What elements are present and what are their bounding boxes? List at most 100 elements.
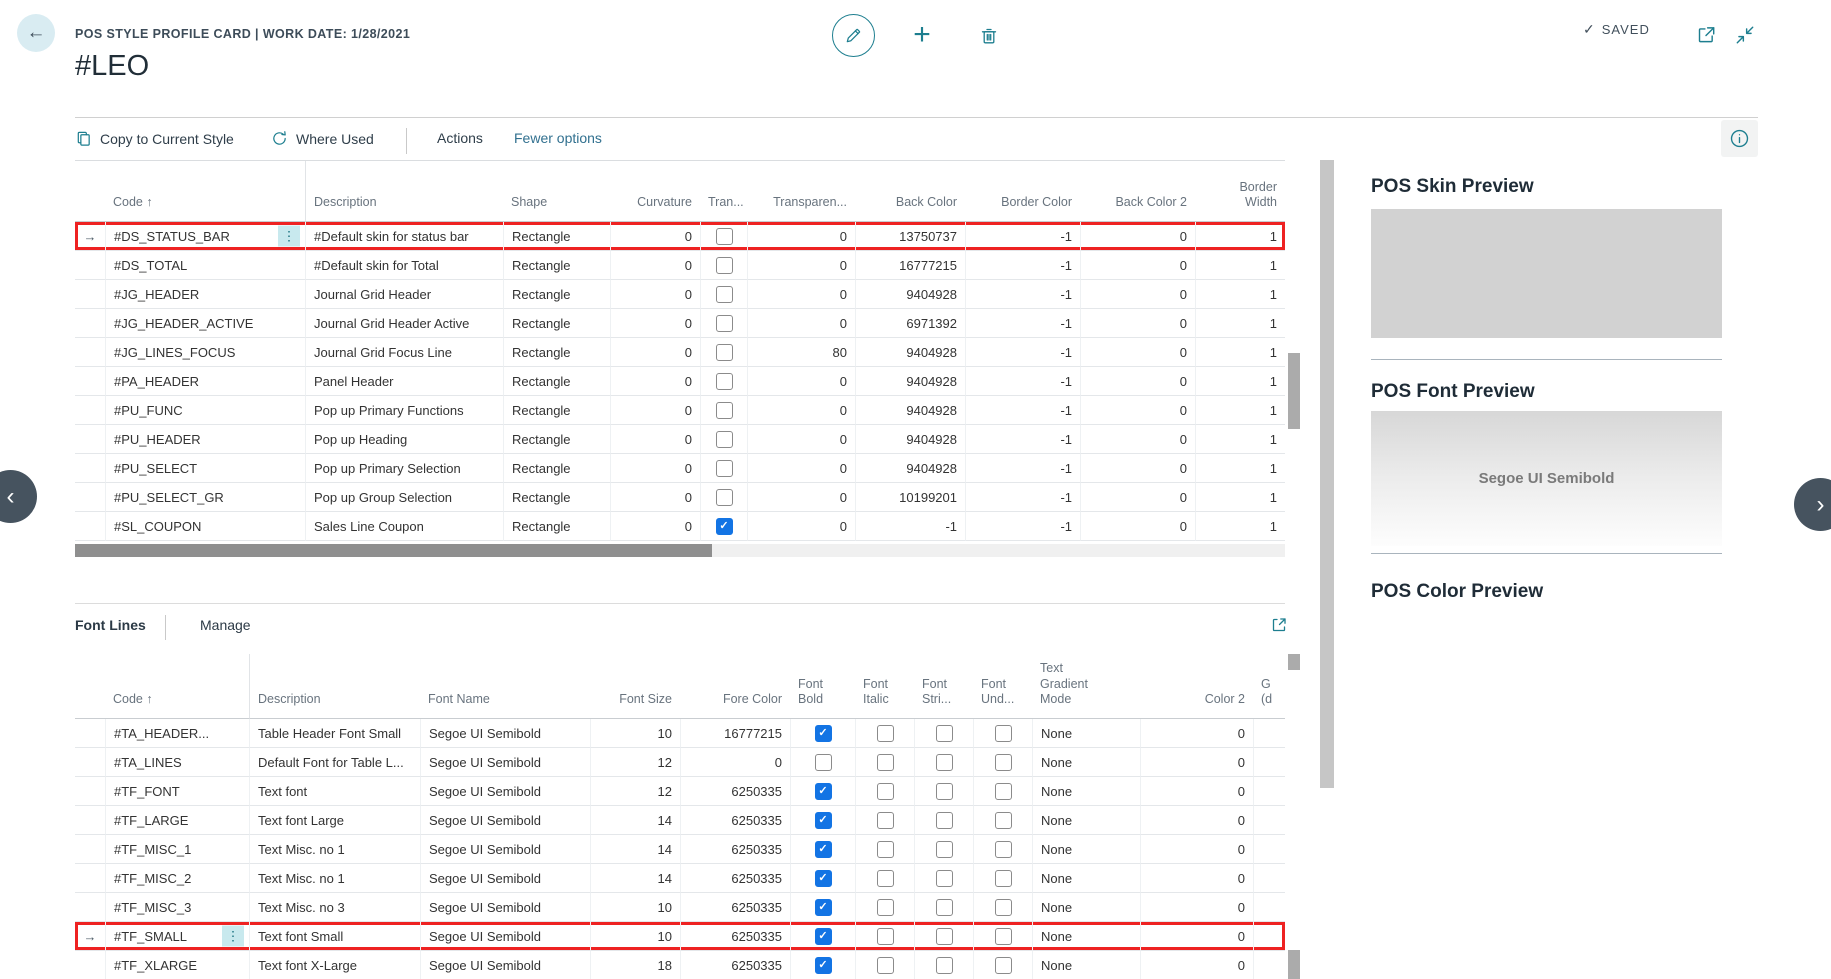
delete-button[interactable] [972,17,1006,53]
cell-value[interactable]: 0 [610,425,700,454]
cell-value[interactable]: 0 [610,222,700,251]
cell-value[interactable]: Rectangle [503,425,610,454]
cell-value[interactable]: Rectangle [503,367,610,396]
column-header[interactable]: Text Gradient Mode [1032,654,1140,719]
cell-value[interactable] [1253,777,1285,806]
cell-checkbox[interactable] [790,748,855,777]
row-selector-cell[interactable] [75,251,105,280]
cell-value[interactable]: 0 [1140,806,1253,835]
cell-value[interactable]: 0 [1140,835,1253,864]
cell-value[interactable]: Segoe UI Semibold [420,806,590,835]
cell-value[interactable]: 0 [1080,222,1195,251]
cell-value[interactable]: 9404928 [855,425,965,454]
cell-value[interactable]: 0 [747,454,855,483]
cell-value[interactable]: 1 [1195,338,1285,367]
cell-value[interactable]: 0 [1080,309,1195,338]
cell-checkbox[interactable] [855,864,914,893]
cell-value[interactable]: 0 [747,512,855,541]
row-selector-cell[interactable] [75,367,105,396]
checkbox-unchecked[interactable] [936,841,953,858]
checkbox-checked[interactable] [815,957,832,974]
cell-value[interactable]: 18 [590,951,680,979]
open-in-new-window-button[interactable] [1694,23,1718,47]
cell-value[interactable]: Sales Line Coupon [305,512,503,541]
cell-code[interactable]: #PU_SELECT [105,454,305,483]
cell-value[interactable]: Rectangle [503,251,610,280]
cell-checkbox[interactable] [973,806,1032,835]
cell-value[interactable]: 12 [590,777,680,806]
cell-value[interactable]: Journal Grid Header [305,280,503,309]
cell-value[interactable]: 10 [590,893,680,922]
cell-value[interactable]: Text Misc. no 3 [249,893,420,922]
row-selector-cell[interactable] [75,425,105,454]
cell-checkbox[interactable] [700,280,747,309]
cell-checkbox[interactable] [973,719,1032,748]
row-selector-cell[interactable] [75,748,105,777]
cell-code[interactable]: #PU_HEADER [105,425,305,454]
checkbox-unchecked[interactable] [995,928,1012,945]
row-selector-cell[interactable] [75,280,105,309]
collapse-window-button[interactable] [1733,23,1757,47]
cell-code[interactable]: #DS_TOTAL [105,251,305,280]
cell-value[interactable] [1253,893,1285,922]
cell-checkbox[interactable] [973,864,1032,893]
checkbox-unchecked[interactable] [877,812,894,829]
cell-checkbox[interactable] [914,777,973,806]
column-header[interactable]: Shape [503,161,610,222]
font-grid-vscrollbar-thumb[interactable] [1288,950,1300,979]
cell-code[interactable]: #JG_HEADER_ACTIVE [105,309,305,338]
table-row[interactable]: #TF_FONTText fontSegoe UI Semibold126250… [75,777,1285,806]
table-row[interactable]: →#TF_SMALL⋮Text font SmallSegoe UI Semib… [75,922,1285,951]
row-selector-cell[interactable] [75,396,105,425]
cell-value[interactable]: 9404928 [855,454,965,483]
table-row[interactable]: #PU_SELECTPop up Primary SelectionRectan… [75,454,1285,483]
cell-value[interactable]: 1 [1195,396,1285,425]
cell-value[interactable]: Segoe UI Semibold [420,748,590,777]
cell-value[interactable] [1253,806,1285,835]
cell-value[interactable]: 80 [747,338,855,367]
manage-button[interactable]: Manage [200,617,251,633]
column-header[interactable]: Curvature [610,161,700,222]
checkbox-unchecked[interactable] [995,783,1012,800]
cell-checkbox[interactable] [914,748,973,777]
cell-checkbox[interactable] [700,222,747,251]
cell-value[interactable]: None [1032,806,1140,835]
checkbox-unchecked[interactable] [936,812,953,829]
table-row[interactable]: #TF_MISC_1Text Misc. no 1Segoe UI Semibo… [75,835,1285,864]
cell-value[interactable]: 0 [1140,777,1253,806]
previous-record-button[interactable]: ‹ [0,470,37,523]
cell-value[interactable]: 0 [680,748,790,777]
cell-code[interactable]: #PA_HEADER [105,367,305,396]
cell-checkbox[interactable] [700,367,747,396]
cell-value[interactable]: Panel Header [305,367,503,396]
cell-value[interactable]: 1 [1195,512,1285,541]
cell-value[interactable]: 0 [747,251,855,280]
cell-value[interactable]: 0 [1080,251,1195,280]
cell-value[interactable]: 0 [747,309,855,338]
cell-value[interactable]: 0 [1140,719,1253,748]
cell-value[interactable]: Pop up Group Selection [305,483,503,512]
cell-value[interactable]: Rectangle [503,483,610,512]
cell-value[interactable]: None [1032,748,1140,777]
cell-value[interactable]: Segoe UI Semibold [420,835,590,864]
table-row[interactable]: #TF_MISC_3Text Misc. no 3Segoe UI Semibo… [75,893,1285,922]
cell-value[interactable]: Pop up Primary Functions [305,396,503,425]
cell-value[interactable]: 0 [1080,338,1195,367]
table-row[interactable]: #JG_LINES_FOCUSJournal Grid Focus LineRe… [75,338,1285,367]
copy-to-current-style-button[interactable]: Copy to Current Style [75,130,234,147]
cell-value[interactable]: 10199201 [855,483,965,512]
table-row[interactable]: #PU_SELECT_GRPop up Group SelectionRecta… [75,483,1285,512]
cell-checkbox[interactable] [790,835,855,864]
cell-value[interactable]: Rectangle [503,222,610,251]
table-row[interactable]: #TF_MISC_2Text Misc. no 1Segoe UI Semibo… [75,864,1285,893]
new-button[interactable]: + [904,17,940,53]
checkbox-unchecked[interactable] [716,373,733,390]
cell-value[interactable]: 6250335 [680,893,790,922]
cell-value[interactable]: 1 [1195,222,1285,251]
cell-value[interactable]: 1 [1195,367,1285,396]
cell-checkbox[interactable] [914,835,973,864]
table-row[interactable]: #PU_HEADERPop up HeadingRectangle0094049… [75,425,1285,454]
cell-value[interactable]: 0 [1080,512,1195,541]
cell-value[interactable]: 0 [1080,425,1195,454]
table-row[interactable]: #TF_LARGEText font LargeSegoe UI Semibol… [75,806,1285,835]
